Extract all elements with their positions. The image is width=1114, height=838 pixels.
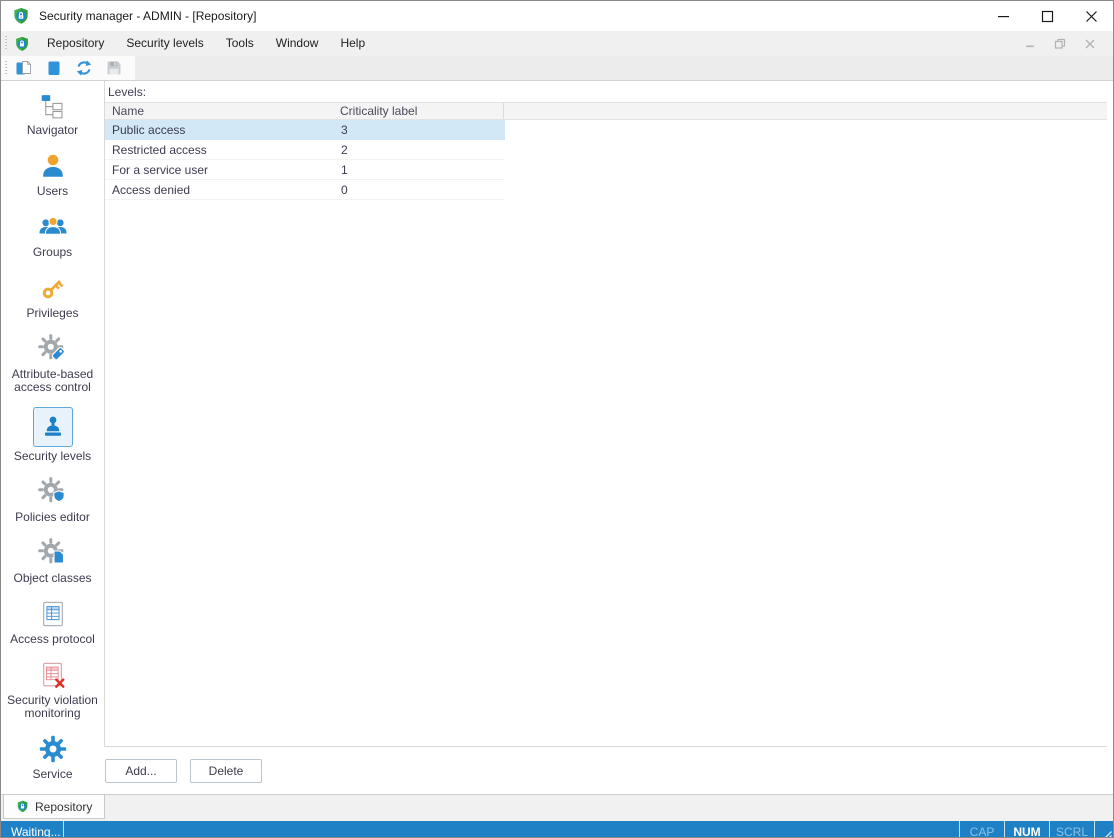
menu-help[interactable]: Help [329, 31, 376, 56]
menu-security-levels[interactable]: Security levels [115, 31, 214, 56]
sidebar-item-access-protocol[interactable]: Access protocol [3, 598, 103, 646]
num-lock-indicator: NUM [1013, 825, 1041, 838]
save-button[interactable] [101, 56, 127, 80]
table-row[interactable]: Access denied 0 [105, 180, 1107, 200]
cell-name: Public access [112, 123, 186, 137]
cell-name: For a service user [112, 163, 209, 177]
user-icon [38, 150, 68, 182]
menubar-grip[interactable] [4, 36, 7, 51]
refresh-icon [76, 60, 92, 76]
navigation-sidebar: Navigator Users Groups Privileges Attrib… [1, 81, 104, 794]
levels-panel: Levels: Name Criticality label Public ac… [105, 81, 1107, 794]
sidebar-item-object-classes[interactable]: Object classes [3, 537, 103, 585]
caps-lock-indicator: CAP [969, 825, 995, 838]
document-button[interactable] [41, 56, 67, 80]
add-button[interactable]: Add... [105, 759, 177, 783]
window-title: Security manager - ADMIN - [Repository] [39, 9, 257, 23]
key-icon [38, 272, 68, 304]
sidebar-item-service[interactable]: Service [3, 733, 103, 781]
maximize-button[interactable] [1025, 1, 1069, 31]
navigator-tree-icon [39, 89, 66, 121]
mdi-close-button[interactable] [1075, 33, 1105, 55]
scroll-lock-indicator: SCRL [1055, 825, 1088, 838]
app-window: Security manager - ADMIN - [Repository] … [0, 0, 1114, 838]
save-icon [107, 61, 121, 75]
copy-document-icon [16, 61, 31, 75]
sidebar-item-security-violation-monitoring[interactable]: Security violation monitoring [3, 659, 103, 720]
sidebar-item-privileges[interactable]: Privileges [3, 272, 103, 320]
menu-bar: Repository Security levels Tools Window … [1, 31, 1113, 56]
sidebar-divider [104, 81, 105, 747]
actions-row: Add... Delete [105, 750, 1107, 794]
menu-window[interactable]: Window [265, 31, 330, 56]
sidebar-item-security-levels[interactable]: Security levels [3, 407, 103, 463]
menu-tools[interactable]: Tools [215, 31, 265, 56]
sidebar-item-policies-editor[interactable]: Policies editor [3, 476, 103, 524]
copy-document-button[interactable] [11, 56, 37, 80]
gear-icon [38, 733, 68, 765]
status-message: Waiting... [11, 825, 61, 838]
shield-lock-icon [12, 7, 30, 25]
mdi-minimize-button[interactable] [1015, 33, 1045, 55]
document-icon [48, 61, 60, 75]
sidebar-item-attribute-based-access-control[interactable]: Attribute-based access control [3, 333, 103, 394]
table-document-icon [39, 598, 67, 630]
toolbar [1, 56, 1113, 81]
gear-page-icon [37, 537, 68, 569]
delete-button[interactable]: Delete [190, 759, 262, 783]
sidebar-item-groups[interactable]: Groups [3, 211, 103, 259]
stamp-icon [32, 407, 73, 447]
column-header-filler [504, 103, 1107, 119]
minimize-button[interactable] [981, 1, 1025, 31]
levels-label: Levels: [108, 85, 147, 99]
shield-lock-icon [17, 800, 28, 813]
title-bar[interactable]: Security manager - ADMIN - [Repository] [1, 1, 1113, 31]
mdi-restore-button[interactable] [1045, 33, 1075, 55]
cell-criticality: 1 [341, 163, 348, 177]
cell-criticality: 3 [341, 123, 348, 137]
cell-criticality: 2 [341, 143, 348, 157]
tab-label: Repository [35, 799, 93, 814]
column-header-criticality[interactable]: Criticality label [334, 103, 504, 119]
column-header-name[interactable]: Name [105, 103, 334, 119]
table-row[interactable]: For a service user 1 [105, 160, 1107, 180]
buttons-divider [105, 746, 1107, 747]
close-button[interactable] [1069, 1, 1113, 31]
shield-lock-icon [14, 36, 30, 52]
main-area: Navigator Users Groups Privileges Attrib… [1, 81, 1113, 794]
toolbar-grip[interactable] [4, 60, 7, 76]
cell-criticality: 0 [341, 183, 348, 197]
group-icon [38, 211, 68, 243]
refresh-button[interactable] [71, 56, 97, 80]
menu-repository[interactable]: Repository [36, 31, 115, 56]
document-tab-bar: Repository [1, 794, 1113, 821]
table-error-icon [39, 659, 67, 691]
table-row[interactable]: Public access 3 [105, 120, 1107, 140]
tab-repository[interactable]: Repository [3, 795, 106, 819]
cell-name: Access denied [112, 183, 191, 197]
status-bar: Waiting... CAP NUM SCRL [1, 821, 1113, 838]
sidebar-item-navigator[interactable]: Navigator [3, 89, 103, 137]
cell-name: Restricted access [112, 143, 207, 157]
resize-grip[interactable] [1095, 821, 1113, 837]
sidebar-item-users[interactable]: Users [3, 150, 103, 198]
gear-shield-icon [37, 476, 68, 508]
grid-header: Name Criticality label [105, 102, 1107, 120]
gear-tag-icon [37, 333, 68, 365]
table-row[interactable]: Restricted access 2 [105, 140, 1107, 160]
